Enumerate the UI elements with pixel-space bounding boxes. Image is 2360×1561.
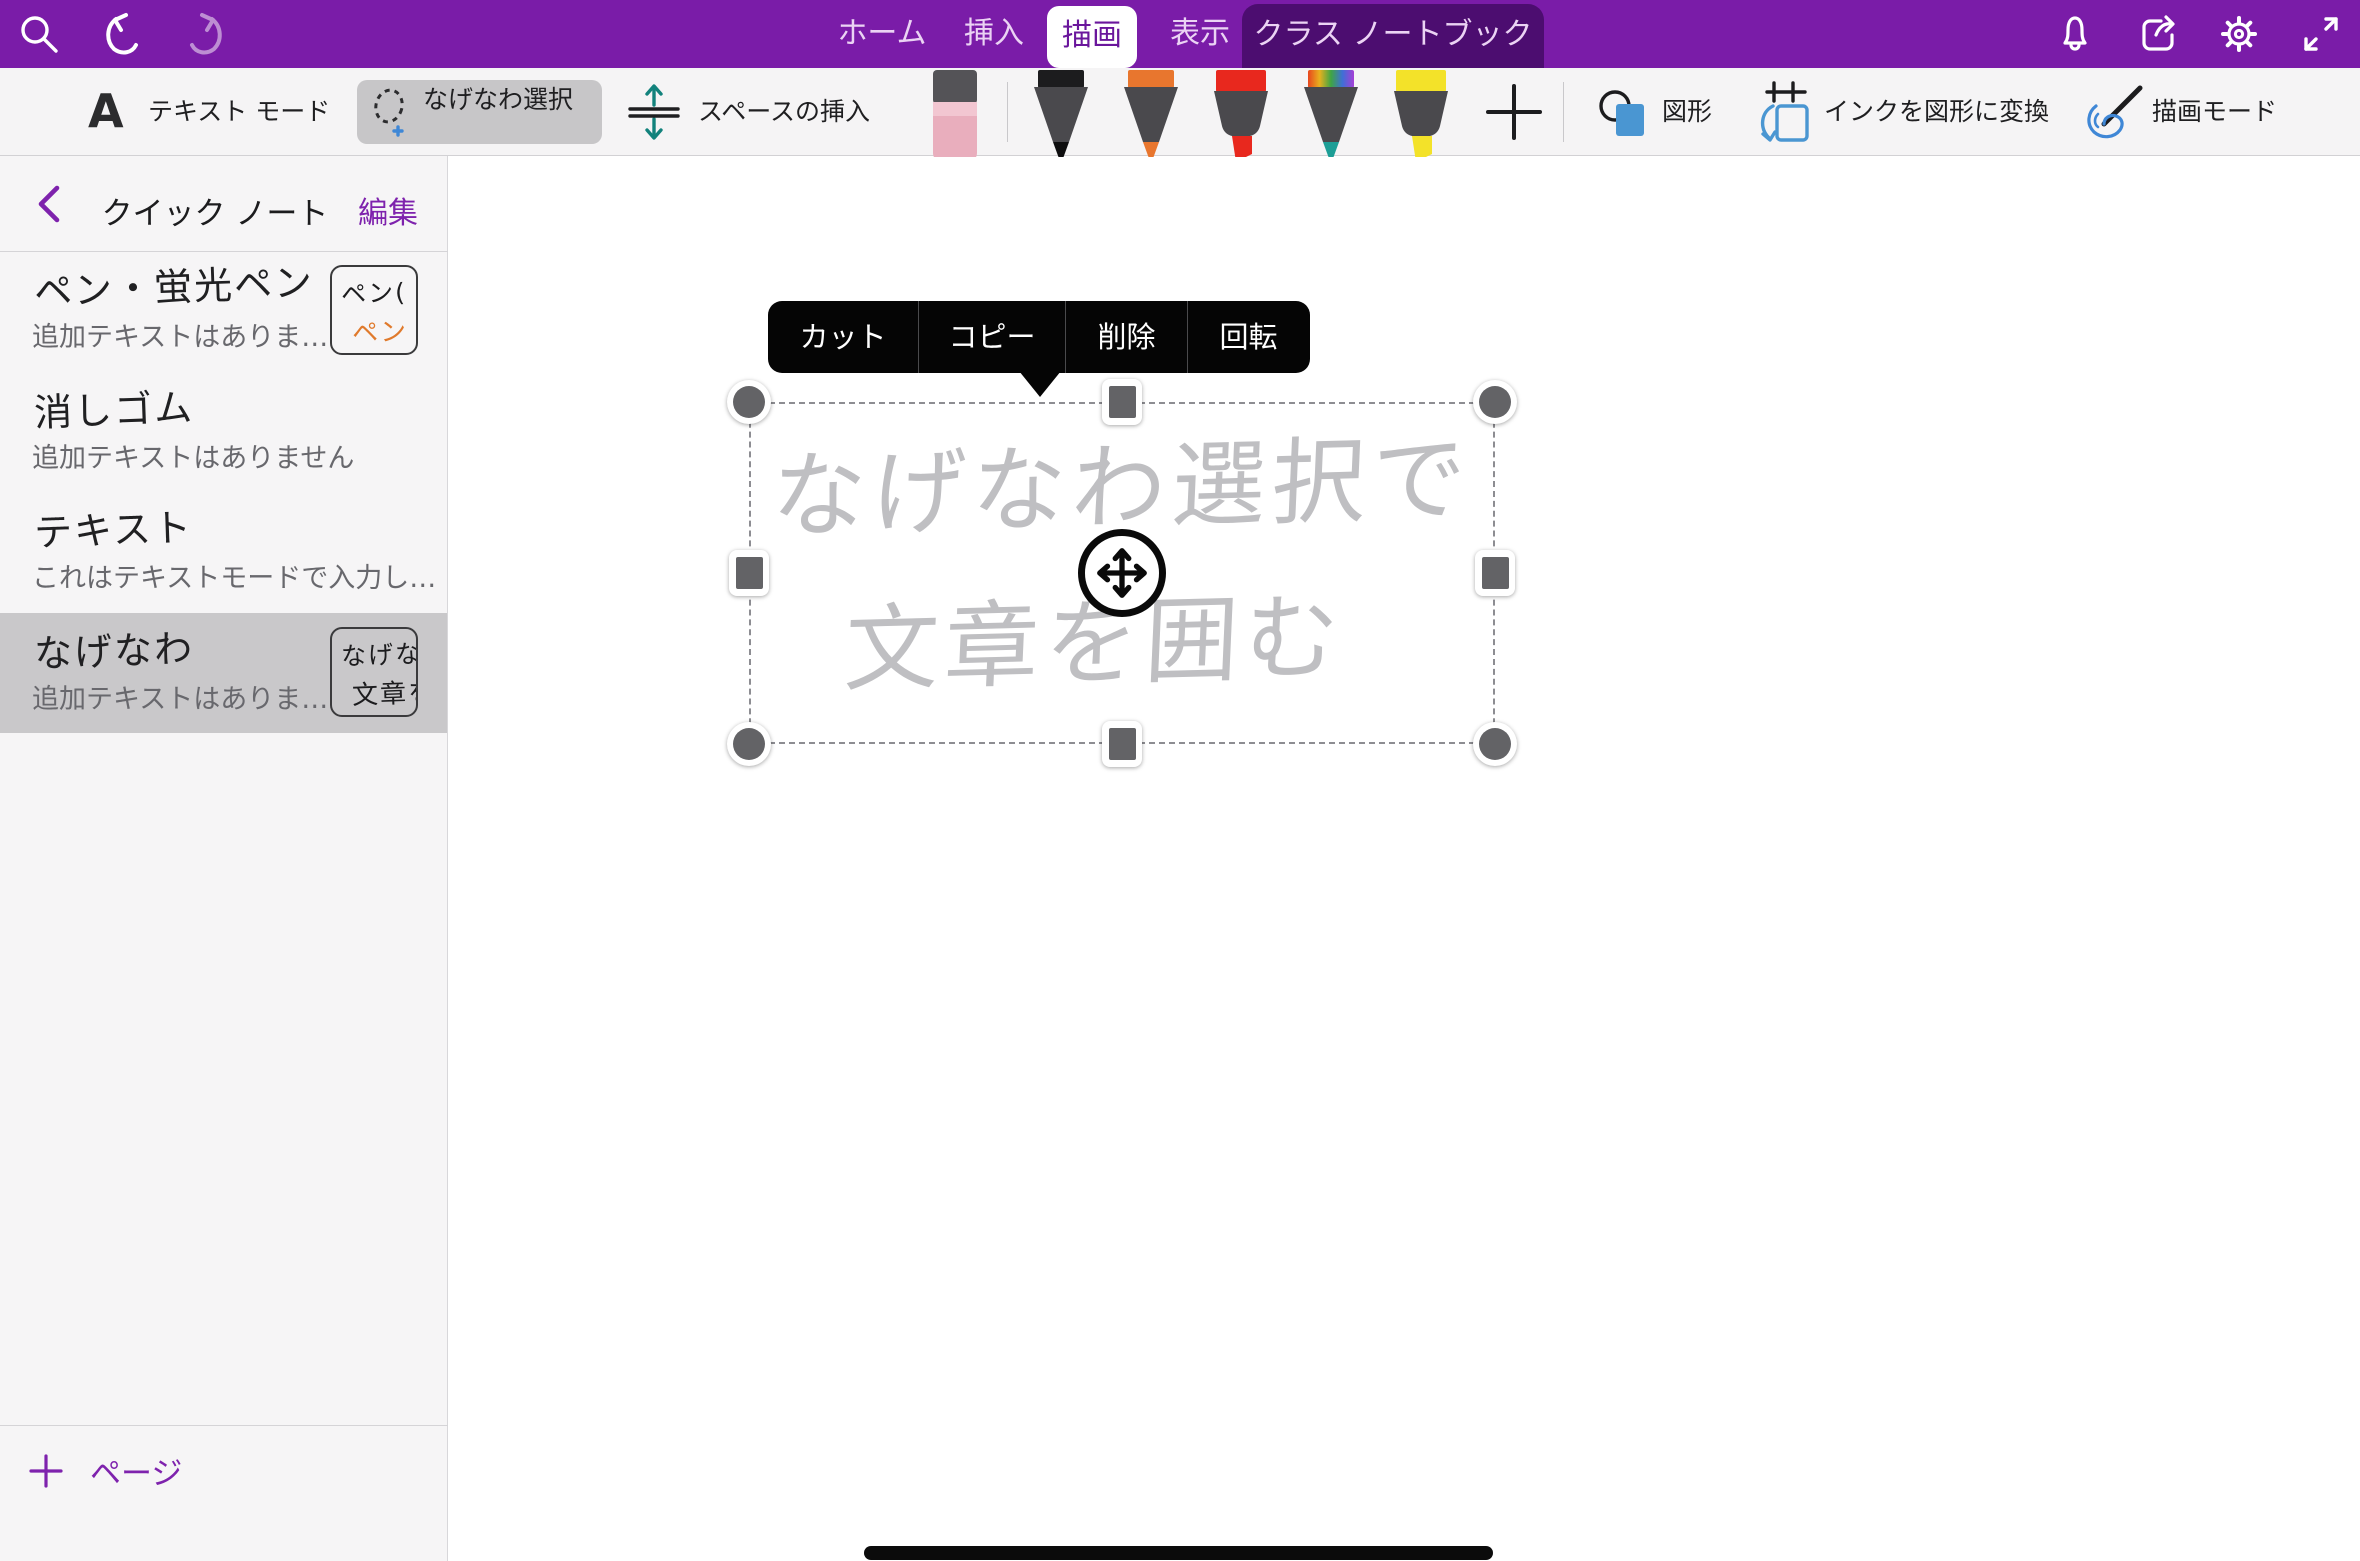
resize-handle-right[interactable] xyxy=(1475,550,1515,596)
page-list-item-lasso[interactable]: なげなわ 追加テキストはありま… なげな 文章を xyxy=(0,613,447,733)
tab-view[interactable]: 表示 xyxy=(1152,0,1248,68)
shapes-button[interactable]: 図形 xyxy=(1662,68,1712,156)
page-subtitle: 追加テキストはありま… xyxy=(32,677,328,716)
pen-rainbow-tool[interactable] xyxy=(1302,70,1360,166)
fullscreen-expand-icon[interactable] xyxy=(2298,11,2344,57)
eraser-tool[interactable] xyxy=(926,70,984,166)
draw-mode-button[interactable]: 描画モード xyxy=(2152,68,2277,156)
thumbnail-ink-line: ペン( xyxy=(340,273,407,311)
back-chevron-icon[interactable] xyxy=(36,184,62,224)
page-list-sidebar: クイック ノート 編集 ペン・蛍光ペン 追加テキストはありま… ペン( ペン 消… xyxy=(0,156,448,1561)
move-arrows-icon xyxy=(1093,544,1151,602)
redo-icon[interactable] xyxy=(182,11,228,57)
resize-handle-bottom[interactable] xyxy=(1102,721,1142,767)
resize-handle-top-left[interactable] xyxy=(727,380,771,424)
insert-space-icon[interactable] xyxy=(626,82,682,142)
context-menu-cut[interactable]: カット xyxy=(768,301,918,373)
context-menu-rotate[interactable]: 回転 xyxy=(1188,301,1309,373)
draw-toolbar: A テキスト モード なげなわ選択 スペースの挿入 xyxy=(0,68,2360,156)
move-selection-handle[interactable] xyxy=(1078,529,1166,617)
text-mode-button[interactable]: テキスト モード xyxy=(148,68,330,156)
context-menu-pointer xyxy=(1019,371,1061,397)
add-pen-plus-icon[interactable] xyxy=(1486,82,1542,142)
page-thumbnail: ペン( ペン xyxy=(330,265,418,355)
toolbar-divider xyxy=(1563,82,1564,142)
selection-context-menu: カット コピー 削除 回転 xyxy=(768,301,1310,373)
insert-space-button[interactable]: スペースの挿入 xyxy=(698,68,870,156)
text-mode-icon: A xyxy=(88,84,124,138)
home-indicator-bar[interactable] xyxy=(864,1546,1493,1560)
lasso-icon xyxy=(371,87,413,137)
page-subtitle: 追加テキストはありません xyxy=(32,436,354,475)
highlighter-red-tool[interactable] xyxy=(1212,70,1270,166)
context-menu-copy[interactable]: コピー xyxy=(919,301,1065,373)
ink-to-shape-button[interactable]: インクを図形に変換 xyxy=(1824,68,2049,156)
sidebar-divider xyxy=(0,1425,448,1426)
resize-handle-bottom-right[interactable] xyxy=(1473,722,1517,766)
thumbnail-ink-line: ペン xyxy=(351,311,408,350)
thumbnail-ink-line: 文章を xyxy=(351,672,418,712)
page-list-item-text[interactable]: テキスト これはテキストモードで入力し… xyxy=(0,492,447,612)
toolbar-divider xyxy=(1007,82,1008,142)
notifications-bell-icon[interactable] xyxy=(2052,11,2098,57)
tab-home[interactable]: ホーム xyxy=(826,0,938,68)
resize-handle-left[interactable] xyxy=(729,550,769,596)
page-thumbnail: なげな 文章を xyxy=(330,627,418,717)
top-app-bar: ホーム 挿入 描画 表示 クラス ノートブック xyxy=(0,0,2360,68)
undo-icon[interactable] xyxy=(100,11,146,57)
tab-class-notebook[interactable]: クラス ノートブック xyxy=(1242,4,1544,68)
page-subtitle: 追加テキストはありま… xyxy=(32,315,328,354)
page-title-ink: 消しゴム xyxy=(33,376,195,437)
note-canvas[interactable] xyxy=(449,157,2360,1561)
context-menu-delete[interactable]: 削除 xyxy=(1066,301,1187,373)
share-icon[interactable] xyxy=(2134,11,2180,57)
page-subtitle: これはテキストモードで入力し… xyxy=(32,556,436,595)
page-title-ink: なげなわ xyxy=(33,617,195,678)
lasso-select-button[interactable]: なげなわ選択 xyxy=(357,80,602,144)
tab-insert[interactable]: 挿入 xyxy=(946,0,1042,68)
page-title-ink: ペン・蛍光ペン xyxy=(33,251,315,316)
onenote-app-window: ホーム 挿入 描画 表示 クラス ノートブック xyxy=(0,0,2360,1561)
highlighter-yellow-tool[interactable] xyxy=(1392,70,1450,166)
pen-orange-tool[interactable] xyxy=(1122,70,1180,166)
page-list-item-pen[interactable]: ペン・蛍光ペン 追加テキストはありま… ペン( ペン xyxy=(0,251,447,371)
edit-button[interactable]: 編集 xyxy=(358,188,418,232)
page-list-item-eraser[interactable]: 消しゴム 追加テキストはありません xyxy=(0,372,447,492)
ink-to-shape-icon[interactable] xyxy=(1755,80,1815,146)
page-title-ink: テキスト xyxy=(33,496,194,557)
draw-mode-hand-icon[interactable] xyxy=(2082,84,2146,142)
tab-draw[interactable]: 描画 xyxy=(1047,6,1137,68)
add-page-label: ページ xyxy=(90,1448,182,1493)
add-page-button[interactable]: ページ xyxy=(28,1448,182,1493)
lasso-select-label: なげなわ選択 xyxy=(423,68,573,156)
notebook-section-title: クイック ノート xyxy=(95,188,335,233)
resize-handle-top-right[interactable] xyxy=(1473,380,1517,424)
search-icon[interactable] xyxy=(16,11,62,57)
shapes-icon[interactable] xyxy=(1598,86,1654,140)
thumbnail-ink-line: なげな xyxy=(340,634,418,673)
plus-icon xyxy=(28,1453,64,1489)
settings-gear-icon[interactable] xyxy=(2216,11,2262,57)
resize-handle-top[interactable] xyxy=(1102,379,1142,425)
resize-handle-bottom-left[interactable] xyxy=(727,722,771,766)
pen-black-tool[interactable] xyxy=(1032,70,1090,166)
